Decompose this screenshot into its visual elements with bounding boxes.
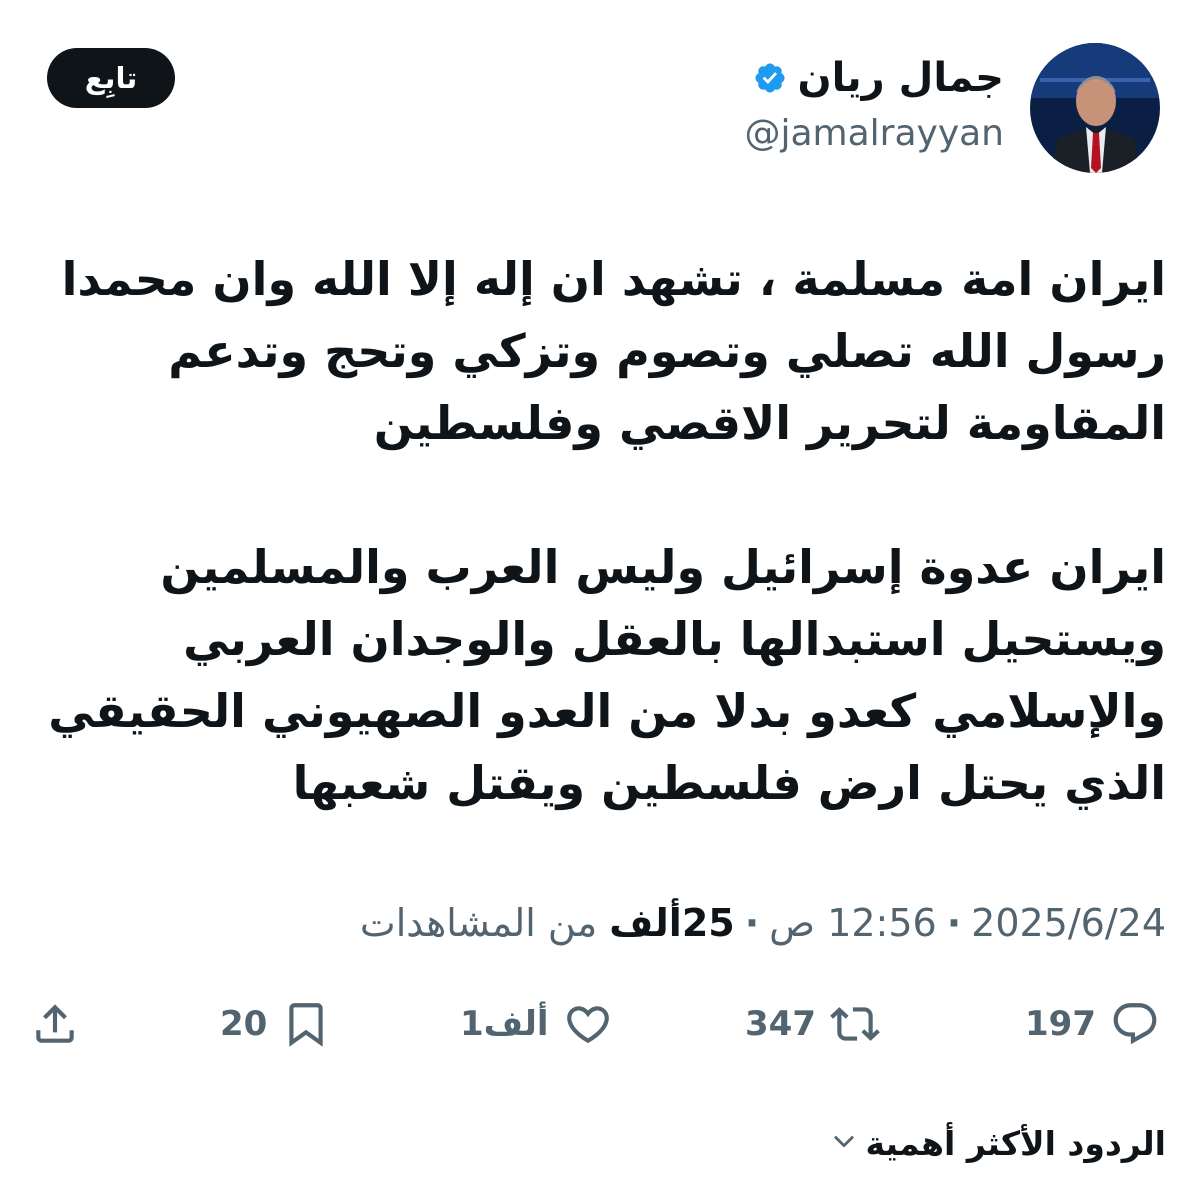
tweet-time[interactable]: 12:56 ص	[769, 901, 937, 945]
reply-icon	[1110, 999, 1160, 1049]
tweet-text: ايران امة مسلمة ، تشهد ان إله إلا الله و…	[30, 243, 1166, 819]
meta-separator: ·	[946, 901, 962, 945]
tweet-meta: 2025/6/24 · 12:56 ص · 25ألف من المشاهدات	[360, 893, 1166, 953]
like-count: 1ألف	[460, 1004, 549, 1044]
share-icon	[30, 999, 80, 1049]
repost-button[interactable]: 347	[745, 992, 880, 1056]
author-name-row: جمال ريان	[753, 50, 1004, 106]
views-count: 25ألف	[609, 901, 735, 945]
tweet-paragraph: ايران عدوة إسرائيل وليس العرب والمسلمين …	[48, 540, 1166, 810]
repost-icon	[830, 999, 880, 1049]
meta-separator: ·	[744, 901, 760, 945]
chevron-down-icon	[830, 1127, 858, 1159]
follow-button[interactable]: تابِع	[47, 48, 175, 108]
tweet-date[interactable]: 2025/6/24	[971, 901, 1166, 945]
reply-button[interactable]: 197	[1025, 992, 1160, 1056]
avatar[interactable]	[1030, 43, 1160, 173]
author-display-name[interactable]: جمال ريان	[797, 50, 1004, 106]
share-button[interactable]	[30, 992, 80, 1056]
replies-sort-dropdown[interactable]: الردود الأكثر أهمية	[830, 1113, 1166, 1173]
verified-badge-icon	[753, 61, 787, 95]
reply-count: 197	[1025, 1004, 1096, 1044]
tweet-paragraph: ايران امة مسلمة ، تشهد ان إله إلا الله و…	[61, 252, 1166, 450]
author-handle[interactable]: @jamalrayyan	[744, 108, 1004, 160]
views[interactable]: 25ألف من المشاهدات	[360, 901, 735, 945]
views-label: من المشاهدات	[359, 901, 598, 945]
replies-sort-label: الردود الأكثر أهمية	[865, 1123, 1166, 1163]
bookmark-icon	[281, 999, 331, 1049]
repost-count: 347	[745, 1004, 816, 1044]
like-button[interactable]: 1ألف	[460, 992, 613, 1056]
bookmark-button[interactable]: 20	[220, 992, 331, 1056]
bookmark-count: 20	[220, 1004, 268, 1044]
like-icon	[563, 999, 613, 1049]
